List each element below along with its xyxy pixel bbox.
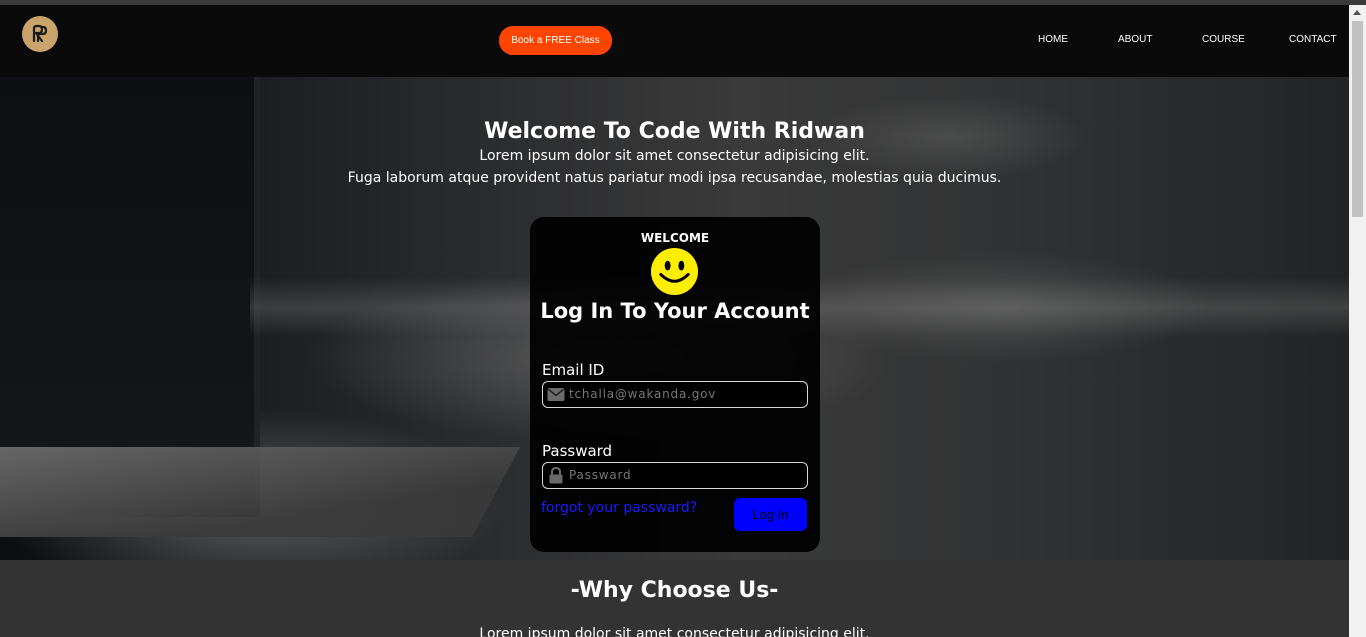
- navbar: Book a FREE Class HOME ABOUT COURSE CONT…: [0, 5, 1349, 77]
- envelope-icon: [547, 388, 565, 401]
- page: Book a FREE Class HOME ABOUT COURSE CONT…: [0, 5, 1349, 637]
- forgot-password-link[interactable]: forgot your passward?: [541, 500, 697, 516]
- scrollbar-thumb[interactable]: [1352, 21, 1363, 217]
- why-choose-us-title: -Why Choose Us-: [570, 578, 779, 603]
- why-choose-us-text: Lorem ipsum dolor sit amet consectetur a…: [479, 626, 870, 637]
- hero-title: Welcome To Code With Ridwan: [484, 119, 865, 144]
- password-input[interactable]: [569, 466, 801, 484]
- hero-subtitle-line-2: Fuga laborum atque provident natus paria…: [347, 170, 1002, 186]
- hero-subtitle-line-1: Lorem ipsum dolor sit amet consectetur a…: [479, 148, 870, 164]
- email-label: Email ID: [542, 361, 605, 379]
- logo[interactable]: [22, 16, 58, 52]
- nav-link-about[interactable]: ABOUT: [1118, 34, 1152, 45]
- login-card: WELCOME Log In To Your Account Email ID …: [530, 217, 820, 552]
- login-title: Log In To Your Account: [540, 299, 810, 323]
- scroll-up-arrow-icon[interactable]: [1353, 10, 1361, 15]
- email-field-wrapper: [542, 381, 808, 408]
- smiley-face-icon: [650, 247, 699, 296]
- hero-background-keyboard: [0, 447, 520, 537]
- nav-link-course[interactable]: COURSE: [1202, 34, 1245, 45]
- password-label: Passward: [542, 442, 613, 460]
- login-welcome-heading: WELCOME: [640, 231, 710, 245]
- email-input[interactable]: [569, 385, 801, 403]
- why-choose-us-section: -Why Choose Us- Lorem ipsum dolor sit am…: [0, 560, 1349, 637]
- page-scrollbar[interactable]: [1349, 5, 1366, 637]
- lock-icon: [549, 467, 563, 484]
- password-field-wrapper: [542, 462, 808, 489]
- book-free-class-button[interactable]: Book a FREE Class: [499, 26, 612, 55]
- log-in-button[interactable]: Log In: [734, 498, 807, 531]
- nav-link-contact[interactable]: CONTACT: [1289, 34, 1337, 45]
- rr-monogram-logo-icon: [32, 24, 48, 43]
- nav-link-home[interactable]: HOME: [1038, 34, 1068, 45]
